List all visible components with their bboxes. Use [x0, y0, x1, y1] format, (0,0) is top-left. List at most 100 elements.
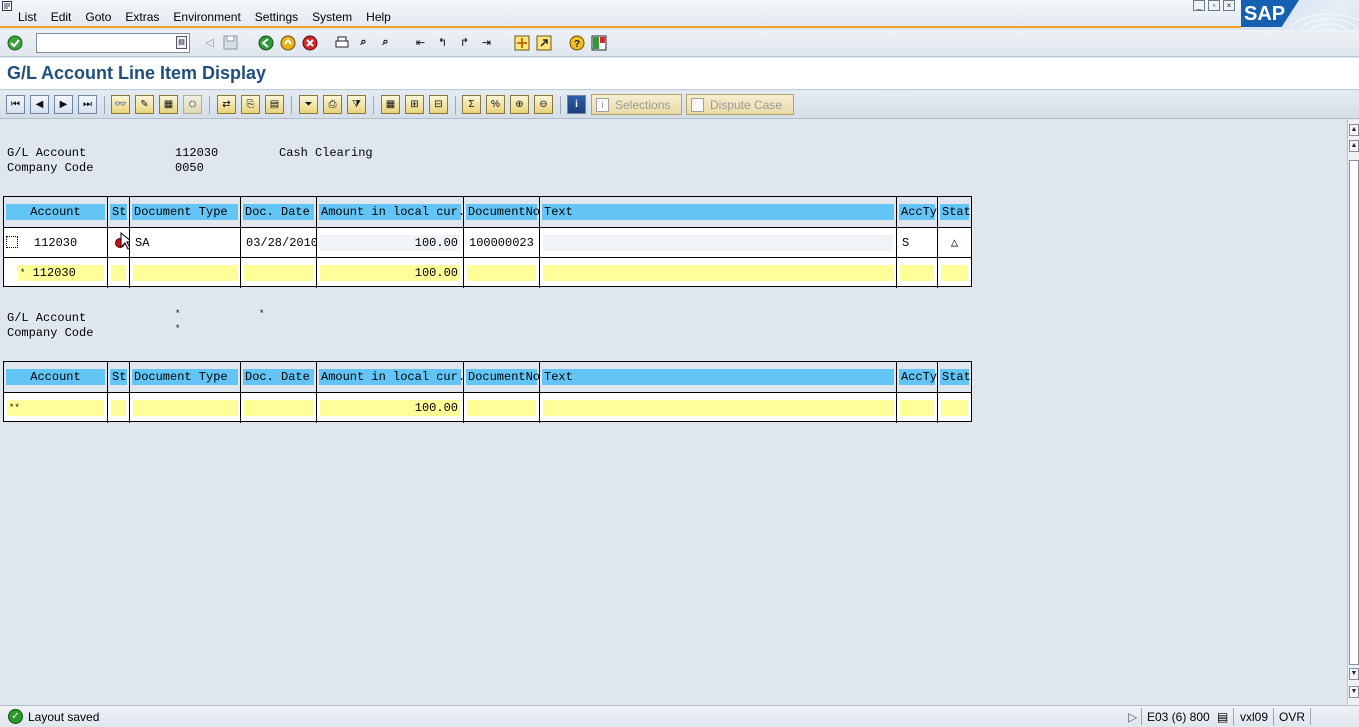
row-doc-no: 100000023	[469, 236, 534, 250]
display-account-icon[interactable]: ⇄	[217, 95, 236, 114]
selections-button[interactable]: i Selections	[591, 94, 682, 115]
dispute-case-button[interactable]: Dispute Case	[686, 94, 794, 115]
prev-page-icon[interactable]: ↰	[434, 34, 451, 51]
next-page-icon[interactable]: ↱	[456, 34, 473, 51]
back-icon[interactable]	[257, 34, 274, 51]
collapse-icon[interactable]: ⊖	[534, 95, 553, 114]
total-icon[interactable]: Σ	[462, 95, 481, 114]
mass-change-icon[interactable]: ▦	[159, 95, 178, 114]
status-mode[interactable]: OVR	[1279, 710, 1305, 724]
command-input[interactable]	[37, 34, 169, 52]
menu-goto[interactable]: Goto	[85, 10, 111, 24]
subtotal-icon[interactable]: %	[486, 95, 505, 114]
menu-edit[interactable]: Edit	[51, 10, 72, 24]
gl-account-name-2: *	[259, 309, 265, 319]
row-doc-type: SA	[135, 236, 150, 250]
account-balance-icon[interactable]: ⎘	[241, 95, 260, 114]
total-row[interactable]: ** 100.00	[4, 393, 971, 423]
expand-icon[interactable]: ⊕	[510, 95, 529, 114]
next-item-icon[interactable]: ▶	[54, 95, 73, 114]
cancel-icon[interactable]	[301, 34, 318, 51]
col-text[interactable]: Text	[542, 204, 894, 220]
col-text[interactable]: Text	[542, 369, 894, 385]
save-layout-icon[interactable]: ⊟	[429, 95, 448, 114]
total-marker: **	[7, 400, 104, 416]
col-status[interactable]: St	[110, 369, 127, 385]
vertical-scrollbar[interactable]: ▲ ▲ ▼ ▼	[1347, 120, 1359, 705]
display-document-icon[interactable]: 👓	[111, 95, 130, 114]
set-filter-icon[interactable]: ⧩	[347, 95, 366, 114]
col-stat[interactable]: Stat	[940, 369, 971, 385]
menu-list[interactable]: List	[18, 10, 37, 24]
print-icon[interactable]	[333, 34, 350, 51]
col-stat[interactable]: Stat	[940, 204, 971, 220]
col-status[interactable]: St	[110, 204, 127, 220]
print-list-icon[interactable]: ⎙	[323, 95, 342, 114]
scrollbar-thumb[interactable]	[1349, 160, 1359, 665]
choose-layout-icon[interactable]: ▦	[381, 95, 400, 114]
shortcut-icon[interactable]	[535, 34, 552, 51]
back-arrow-icon[interactable]: ◁	[201, 34, 218, 51]
scroll-top-icon[interactable]: ▲	[1349, 124, 1359, 136]
menu-environment[interactable]: Environment	[173, 10, 240, 24]
col-acc-type[interactable]: AccTy	[899, 204, 937, 220]
status-expand-icon[interactable]: ▷	[1128, 710, 1137, 724]
col-account[interactable]: Account	[6, 369, 105, 385]
col-doc-date[interactable]: Doc. Date	[243, 369, 314, 385]
col-document-type[interactable]: Document Type	[132, 369, 238, 385]
document-overview-icon[interactable]: ▤	[265, 95, 284, 114]
company-code-label-2: Company Code	[7, 326, 94, 340]
window-controls: _ ▫ ×	[1193, 0, 1235, 11]
filter-icon[interactable]: ⏷	[299, 95, 318, 114]
col-acc-type[interactable]: AccTy	[899, 369, 937, 385]
layout-icon[interactable]	[590, 34, 607, 51]
menu-help[interactable]: Help	[366, 10, 391, 24]
find-icon[interactable]: ⌕	[355, 34, 372, 51]
row-doc-date: 03/28/2010	[246, 236, 317, 250]
col-document-type[interactable]: Document Type	[132, 204, 238, 220]
col-document-no[interactable]: DocumentNo	[466, 204, 539, 220]
save-icon[interactable]	[222, 34, 239, 51]
last-item-icon[interactable]: ⏭	[78, 95, 97, 114]
change-layout-icon[interactable]: ⊞	[405, 95, 424, 114]
system-menu-icon[interactable]	[2, 1, 14, 11]
menu-settings[interactable]: Settings	[255, 10, 298, 24]
row-select-checkbox[interactable]	[6, 236, 18, 248]
col-doc-date[interactable]: Doc. Date	[243, 204, 314, 220]
scroll-bottom-icon[interactable]: ▼	[1349, 686, 1359, 698]
table-row[interactable]: 112030 SA 03/28/2010 100.00 100000023 S …	[4, 228, 971, 258]
first-page-icon[interactable]: ⇤	[412, 34, 429, 51]
mouse-cursor-icon	[120, 232, 129, 250]
col-amount[interactable]: Amount in local cur.	[319, 204, 463, 220]
create-session-icon[interactable]	[513, 34, 530, 51]
previous-item-icon[interactable]: ◀	[30, 95, 49, 114]
menu-system[interactable]: System	[312, 10, 352, 24]
scroll-up-icon[interactable]: ▲	[1349, 140, 1359, 152]
minimize-icon[interactable]: _	[1193, 0, 1205, 11]
col-account[interactable]: Account	[6, 204, 105, 220]
line-item-table: Account St Document Type Doc. Date Amoun…	[3, 196, 972, 288]
info-icon[interactable]: i	[567, 95, 586, 114]
menu-extras[interactable]: Extras	[125, 10, 159, 24]
col-amount[interactable]: Amount in local cur.	[319, 369, 463, 385]
list-content: G/L Account 112030 Cash Clearing Company…	[0, 120, 1347, 705]
find-next-icon[interactable]: ⌕	[377, 34, 394, 51]
application-toolbar: ⏮ ◀ ▶ ⏭ 👓 ✎ ▦ ⛭ ⇄ ⎘ ▤ ⏷ ⎙ ⧩ ▦ ⊞ ⊟ Σ % ⊕ …	[0, 91, 1359, 119]
exit-icon[interactable]	[279, 34, 296, 51]
first-item-icon[interactable]: ⏮	[6, 95, 25, 114]
row-amount: 100.00	[320, 235, 460, 251]
last-page-icon[interactable]: ⇥	[478, 34, 495, 51]
scroll-down-icon[interactable]: ▼	[1349, 668, 1359, 680]
col-document-no[interactable]: DocumentNo	[466, 369, 539, 385]
menu: List Edit Goto Extras Environment Settin…	[18, 10, 405, 24]
command-field[interactable]: ▤	[36, 33, 190, 53]
svg-text:SAP: SAP	[1244, 3, 1285, 25]
help-icon[interactable]: ?	[568, 34, 585, 51]
change-document-icon[interactable]: ✎	[135, 95, 154, 114]
command-history-icon[interactable]: ▤	[176, 36, 187, 49]
restore-icon[interactable]: ▫	[1208, 0, 1220, 11]
status-system-icon[interactable]: ▤	[1217, 710, 1228, 724]
enter-icon[interactable]	[6, 34, 23, 51]
subtotal-row[interactable]: * 112030 100.00	[4, 258, 971, 288]
close-window-icon[interactable]: ×	[1223, 0, 1235, 11]
